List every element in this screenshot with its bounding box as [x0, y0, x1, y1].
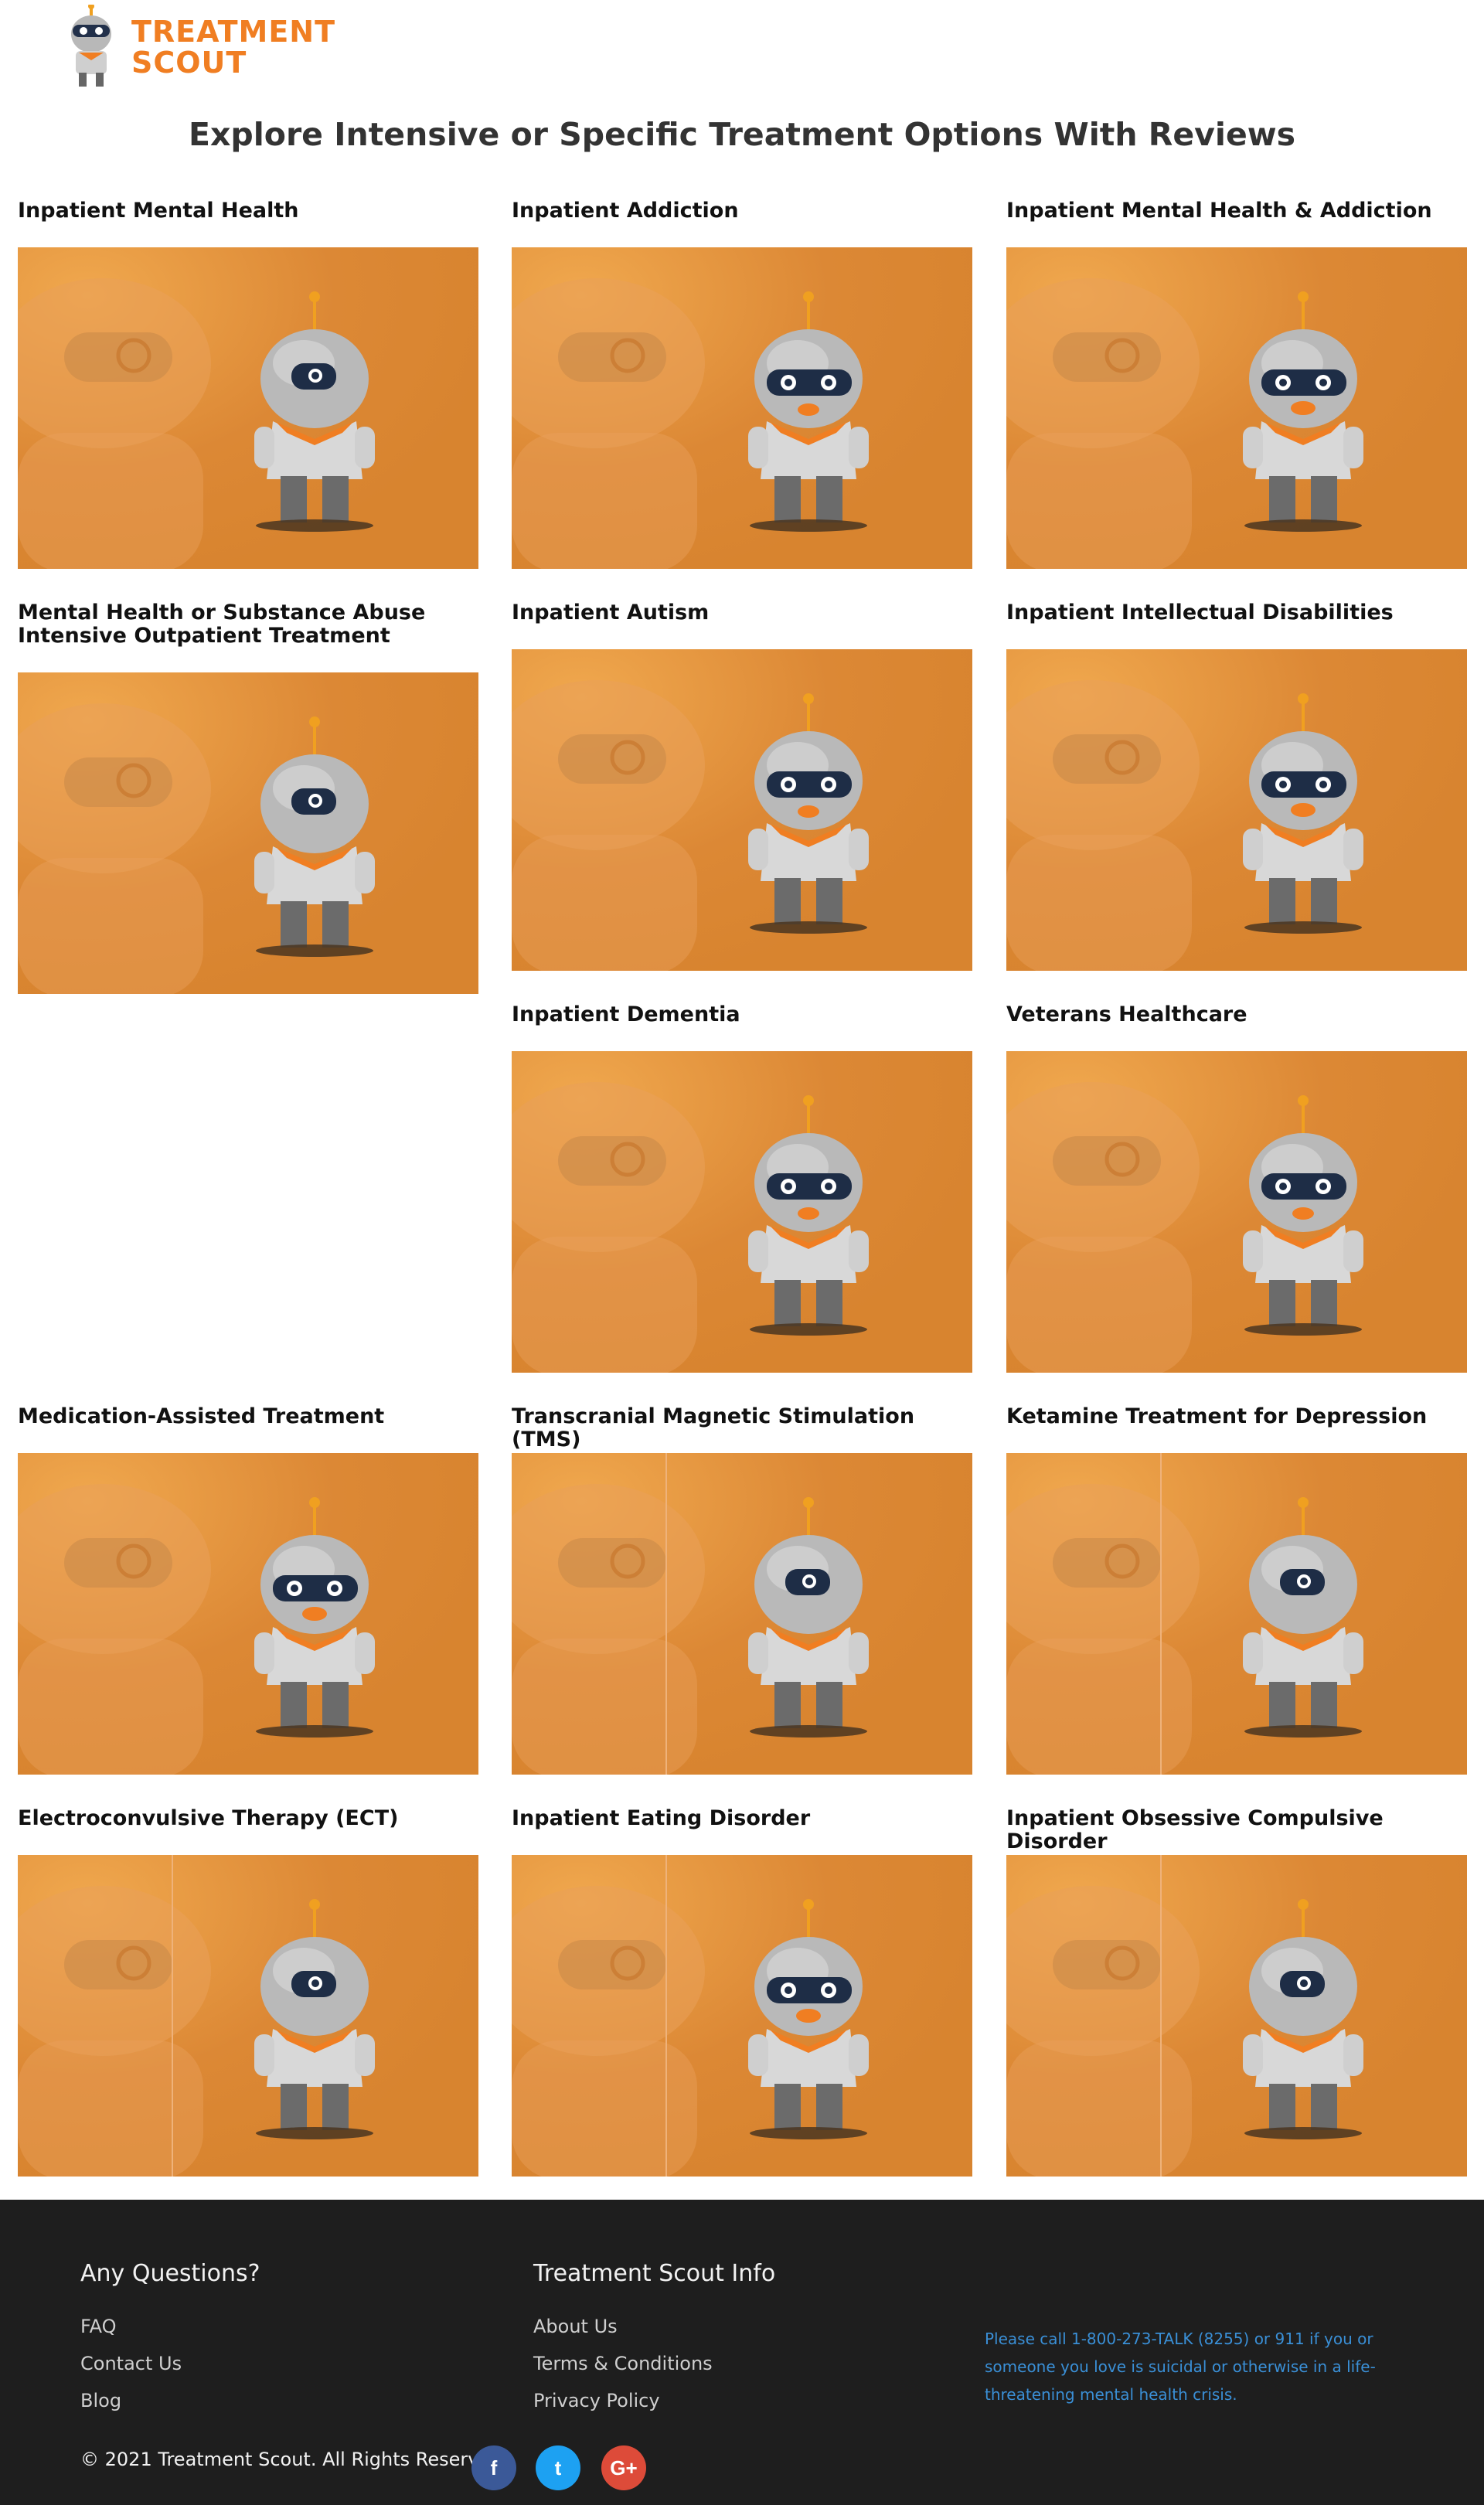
- treatment-card[interactable]: Inpatient Dementia: [512, 1003, 972, 1373]
- treatment-card[interactable]: Inpatient Autism: [512, 601, 972, 971]
- treatment-card[interactable]: Ketamine Treatment for Depression: [1006, 1405, 1467, 1775]
- footer-info-heading: Treatment Scout Info: [533, 2260, 776, 2287]
- robot-mascot-image[interactable]: [1006, 247, 1467, 569]
- treatment-card[interactable]: Inpatient Eating Disorder: [512, 1807, 972, 2177]
- footer-link-blog[interactable]: Blog: [80, 2390, 121, 2411]
- footer-link-terms[interactable]: Terms & Conditions: [533, 2353, 713, 2374]
- treatment-card-title[interactable]: Inpatient Addiction: [512, 199, 972, 247]
- treatment-card-title[interactable]: Electroconvulsive Therapy (ECT): [18, 1807, 478, 1855]
- treatment-card-title[interactable]: Medication-Assisted Treatment: [18, 1405, 478, 1453]
- treatment-card-title[interactable]: Inpatient Mental Health & Addiction: [1006, 199, 1467, 247]
- treatment-card[interactable]: Inpatient Obsessive Compulsive Disorder: [1006, 1807, 1467, 2177]
- google-plus-icon[interactable]: G+: [601, 2445, 646, 2490]
- robot-mascot-image[interactable]: [18, 247, 478, 569]
- treatment-card[interactable]: Mental Health or Substance Abuse Intensi…: [18, 601, 478, 994]
- treatment-card[interactable]: Veterans Healthcare: [1006, 1003, 1467, 1373]
- treatment-card-title[interactable]: Mental Health or Substance Abuse Intensi…: [18, 601, 478, 672]
- robot-mascot-icon: [60, 3, 122, 90]
- footer-link-faq[interactable]: FAQ: [80, 2316, 117, 2337]
- robot-mascot-image[interactable]: [512, 1855, 972, 2177]
- site-logo[interactable]: TREATMENT SCOUT: [60, 3, 336, 90]
- robot-mascot-image[interactable]: [18, 1855, 478, 2177]
- robot-mascot-image[interactable]: [1006, 1855, 1467, 2177]
- treatment-card-title[interactable]: Inpatient Intellectual Disabilities: [1006, 601, 1467, 649]
- treatment-card[interactable]: Inpatient Addiction: [512, 199, 972, 569]
- robot-mascot-image[interactable]: [1006, 649, 1467, 971]
- treatment-card-title[interactable]: Inpatient Eating Disorder: [512, 1807, 972, 1855]
- treatment-card[interactable]: Medication-Assisted Treatment: [18, 1405, 478, 1775]
- site-footer: Any Questions? FAQ Contact Us Blog Treat…: [0, 2200, 1484, 2505]
- treatment-card-title[interactable]: Ketamine Treatment for Depression: [1006, 1405, 1467, 1453]
- robot-mascot-image[interactable]: [18, 1453, 478, 1775]
- robot-mascot-image[interactable]: [1006, 1051, 1467, 1373]
- footer-link-contact-us[interactable]: Contact Us: [80, 2353, 182, 2374]
- footer-link-about-us[interactable]: About Us: [533, 2316, 618, 2337]
- footer-questions-heading: Any Questions?: [80, 2260, 260, 2287]
- robot-mascot-image[interactable]: [512, 247, 972, 569]
- page-title: Explore Intensive or Specific Treatment …: [188, 116, 1296, 153]
- treatment-card[interactable]: Inpatient Mental Health & Addiction: [1006, 199, 1467, 569]
- twitter-icon[interactable]: t: [536, 2445, 580, 2490]
- footer-link-privacy-policy[interactable]: Privacy Policy: [533, 2390, 660, 2411]
- treatment-card-title[interactable]: Inpatient Autism: [512, 601, 972, 649]
- treatment-card-title[interactable]: Inpatient Mental Health: [18, 199, 478, 247]
- facebook-icon[interactable]: f: [471, 2445, 516, 2490]
- robot-mascot-image[interactable]: [1006, 1453, 1467, 1775]
- treatment-card[interactable]: Inpatient Intellectual Disabilities: [1006, 601, 1467, 971]
- robot-mascot-image[interactable]: [512, 1051, 972, 1373]
- logo-text-line2: SCOUT: [131, 46, 247, 80]
- treatment-card-title[interactable]: Veterans Healthcare: [1006, 1003, 1467, 1051]
- treatment-card[interactable]: Electroconvulsive Therapy (ECT): [18, 1807, 478, 2177]
- site-header: TREATMENT SCOUT: [0, 0, 1484, 100]
- treatment-card[interactable]: Inpatient Mental Health: [18, 199, 478, 569]
- treatment-card-title[interactable]: Transcranial Magnetic Stimulation (TMS): [512, 1405, 972, 1453]
- copyright-text: © 2021 Treatment Scout. All Rights Reser…: [80, 2449, 509, 2470]
- robot-mascot-image[interactable]: [512, 1453, 972, 1775]
- logo-text-line1: TREATMENT: [131, 15, 336, 49]
- treatment-card-title[interactable]: Inpatient Dementia: [512, 1003, 972, 1051]
- robot-mascot-image[interactable]: [18, 672, 478, 994]
- treatment-card[interactable]: Transcranial Magnetic Stimulation (TMS): [512, 1405, 972, 1775]
- robot-mascot-image[interactable]: [512, 649, 972, 971]
- crisis-hotline-notice: Please call 1-800-273-TALK (8255) or 911…: [985, 2330, 1376, 2404]
- treatment-card-title[interactable]: Inpatient Obsessive Compulsive Disorder: [1006, 1807, 1467, 1855]
